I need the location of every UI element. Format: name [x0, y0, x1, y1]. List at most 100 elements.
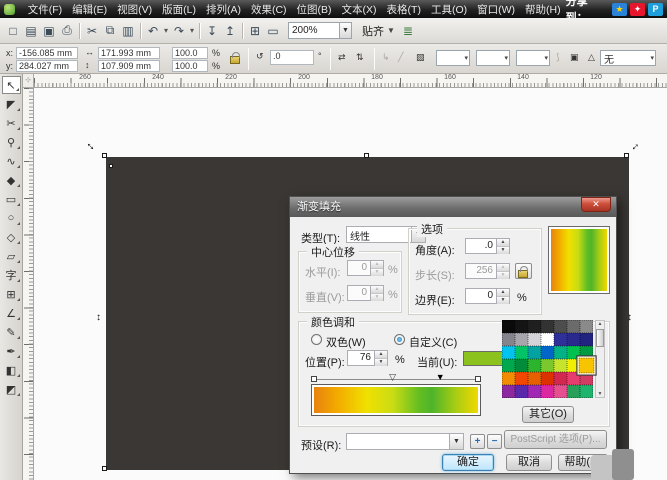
y-position-field[interactable]: 284.027 mm	[16, 60, 78, 72]
menu-item[interactable]: 窗口(W)	[472, 2, 520, 17]
shape-tool[interactable]: ◤	[2, 95, 21, 113]
palette-swatch[interactable]	[541, 346, 554, 359]
options-icon[interactable]: ≣	[403, 24, 413, 38]
menu-item[interactable]: 位图(B)	[292, 2, 337, 17]
menu-item[interactable]: 文件(F)	[23, 2, 67, 17]
print-button[interactable]: ⎙	[58, 22, 76, 39]
paste-button[interactable]: ▥	[119, 22, 137, 39]
add-preset-button[interactable]: +	[470, 434, 485, 449]
palette-swatch[interactable]	[502, 320, 515, 333]
line-style-combo[interactable]	[476, 50, 510, 66]
gradient-stop-selected[interactable]: ▼	[436, 372, 445, 382]
menu-item[interactable]: 版面(L)	[157, 2, 201, 17]
other-color-button[interactable]: 其它(O)	[522, 406, 574, 423]
menu-item[interactable]: 文本(X)	[337, 2, 382, 17]
gradient-stop-mid[interactable]: ▽	[389, 372, 396, 383]
wrap-text-icon[interactable]: ▧	[416, 52, 425, 63]
ok-button[interactable]: 确定	[442, 454, 494, 471]
presets-combo[interactable]: ▼	[346, 433, 464, 450]
edge-spinner[interactable]: ▲ ▼	[497, 288, 510, 304]
freehand-tool[interactable]: ∿	[2, 152, 21, 170]
pick-tool[interactable]: ↖	[1, 76, 21, 94]
palette-swatch[interactable]	[541, 359, 554, 372]
remove-preset-button[interactable]: −	[487, 434, 502, 449]
palette-swatch[interactable]	[554, 359, 567, 372]
palette-swatch[interactable]	[554, 346, 567, 359]
menu-item[interactable]: 视图(V)	[112, 2, 157, 17]
selection-handle-top-left[interactable]	[102, 153, 107, 158]
cancel-button[interactable]: 取消	[506, 454, 552, 471]
position-spinner[interactable]: ▲ ▼	[375, 350, 388, 366]
palette-swatch[interactable]	[554, 320, 567, 333]
palette-swatch[interactable]	[554, 372, 567, 385]
separator[interactable]	[196, 22, 203, 40]
app-launcher-button[interactable]: ⊞	[246, 22, 264, 39]
close-icon[interactable]: ✕	[581, 197, 611, 212]
palette-swatch[interactable]	[528, 385, 541, 398]
ellipse-tool[interactable]: ○	[2, 209, 21, 227]
separator[interactable]	[239, 22, 246, 40]
two-color-radio[interactable]	[311, 334, 322, 345]
start-arrow-combo[interactable]	[436, 50, 470, 66]
palette-swatch[interactable]	[502, 359, 515, 372]
gradient-strip[interactable]	[311, 384, 481, 416]
crop-tool[interactable]: ✂	[2, 114, 21, 132]
selection-handle-top-middle[interactable]	[364, 153, 369, 158]
redo-dropdown[interactable]: ▾	[188, 22, 196, 39]
gradient-stop-start[interactable]	[311, 376, 317, 382]
export-button[interactable]: ↥	[221, 22, 239, 39]
steps-lock-button[interactable]	[515, 263, 532, 279]
baidu-icon[interactable]: P	[648, 2, 663, 16]
scrollbar-thumb[interactable]	[596, 329, 604, 347]
chevron-down-icon[interactable]: ▼	[339, 23, 351, 38]
welcome-screen-button[interactable]: ▭	[264, 22, 282, 39]
undo-dropdown[interactable]: ▾	[162, 22, 170, 39]
eyedropper-tool[interactable]: ✎	[2, 323, 21, 341]
qzone-icon[interactable]: ★	[612, 2, 627, 16]
rectangle-tool[interactable]: ▭	[2, 190, 21, 208]
palette-swatch[interactable]	[528, 359, 541, 372]
open-button[interactable]: ▤	[22, 22, 40, 39]
lock-ratio-icon[interactable]	[230, 52, 240, 64]
outline-pen-tool[interactable]: ✒	[2, 342, 21, 360]
object-width-field[interactable]: 171.993 mm	[98, 47, 160, 59]
palette-swatch[interactable]	[502, 372, 515, 385]
palette-swatch[interactable]	[567, 320, 580, 333]
palette-swatch[interactable]	[580, 372, 593, 385]
palette-swatch[interactable]	[567, 385, 580, 398]
palette-swatch[interactable]	[515, 346, 528, 359]
new-button[interactable]: □	[4, 22, 22, 39]
palette-swatch[interactable]	[567, 333, 580, 346]
copy-button[interactable]: ⧉	[101, 22, 119, 39]
palette-swatch[interactable]	[567, 372, 580, 385]
selection-node[interactable]	[109, 164, 113, 168]
outline-width-combo[interactable]: 无	[600, 50, 656, 66]
vertical-ruler[interactable]	[23, 88, 34, 480]
selection-handle-top-right[interactable]	[624, 153, 629, 158]
palette-scrollbar[interactable]: ▲ ▼	[595, 320, 605, 398]
horizontal-ruler[interactable]: 260 240 220 200 180 160 140 120	[34, 74, 667, 88]
polygon-tool[interactable]: ◇	[2, 228, 21, 246]
palette-swatch[interactable]	[528, 320, 541, 333]
palette-swatch[interactable]	[554, 333, 567, 346]
palette-swatch[interactable]	[502, 333, 515, 346]
fill-tool[interactable]: ◧	[2, 361, 21, 379]
dialog-title[interactable]: 渐变填充	[290, 197, 616, 217]
palette-swatch[interactable]	[580, 333, 593, 346]
palette-swatch[interactable]	[515, 359, 528, 372]
edge-pad-field[interactable]: 0	[465, 288, 497, 304]
zoom-level-combo[interactable]: 200% ▼	[288, 22, 352, 39]
menu-item[interactable]: 工具(O)	[426, 2, 472, 17]
scroll-up-icon[interactable]: ▲	[596, 321, 604, 327]
menu-item[interactable]: 表格(T)	[382, 2, 426, 17]
selection-handle-bottom-left[interactable]	[102, 466, 107, 471]
table-tool[interactable]: ⊞	[2, 285, 21, 303]
palette-swatch[interactable]	[541, 320, 554, 333]
smart-fill-tool[interactable]: ◆	[2, 171, 21, 189]
chevron-down-icon[interactable]: ▼	[449, 434, 463, 449]
palette-swatch[interactable]	[502, 346, 515, 359]
menu-item[interactable]: 编辑(E)	[67, 2, 112, 17]
x-position-field[interactable]: -156.085 mm	[16, 47, 78, 59]
rotation-angle-field[interactable]: .0	[270, 50, 314, 65]
menu-item[interactable]: 帮助(H)	[520, 2, 566, 17]
